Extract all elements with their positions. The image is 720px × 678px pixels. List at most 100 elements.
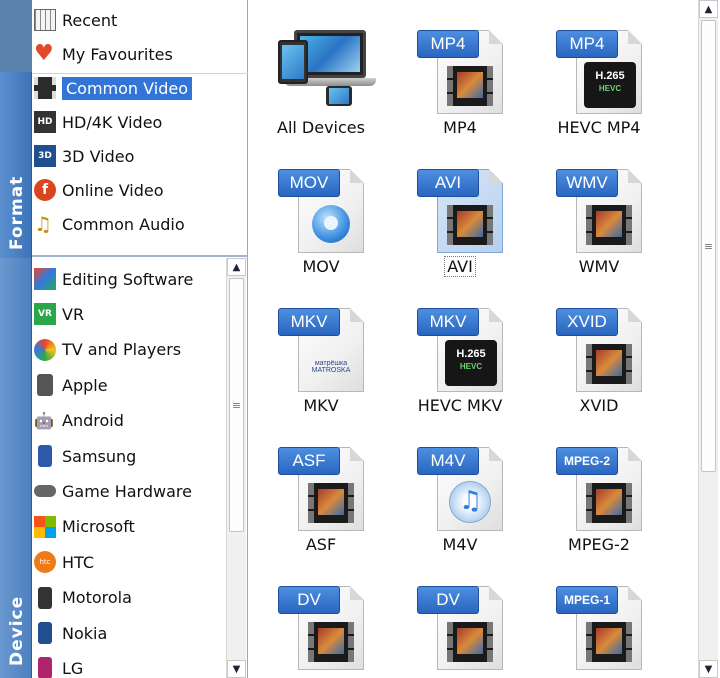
itunes-icon [449, 481, 491, 523]
category-label: Microsoft [62, 517, 135, 537]
format-caption: HEVC MP4 [534, 118, 664, 137]
category-item-samsung[interactable]: Samsung [34, 441, 136, 471]
category-item-tv-and-players[interactable]: TV and Players [34, 335, 181, 365]
category-label: Android [62, 411, 124, 431]
format-label: HEVC MKV [417, 396, 503, 415]
film-strip-icon [447, 66, 493, 106]
format-caption: WMV [534, 257, 664, 276]
format-grid-scrollbar[interactable]: ▲ ≡ ▼ [698, 0, 718, 678]
format-label: M4V [442, 535, 478, 554]
format-label: All Devices [277, 118, 365, 137]
3d-icon: 3D [34, 145, 56, 167]
tab-device-label: Device [7, 595, 27, 666]
format-badge: MKV [278, 308, 340, 336]
format-label: MPEG-2 [568, 535, 630, 554]
category-label: Motorola [62, 588, 132, 608]
category-item-common-audio[interactable]: ♫ Common Audio [34, 209, 185, 239]
format-tile-dv[interactable]: DV [256, 562, 386, 678]
format-label: HEVC MP4 [557, 118, 641, 137]
format-badge: ASF [278, 447, 340, 475]
category-item-online-video[interactable]: f Online Video [34, 175, 164, 205]
category-label: TV and Players [62, 340, 182, 360]
format-tile-all-devices[interactable]: All Devices [256, 6, 386, 137]
format-tile-mpeg-1[interactable]: MPEG-1 [534, 562, 664, 678]
category-item-editing-software[interactable]: Editing Software [34, 264, 193, 294]
film-strip-icon [586, 344, 632, 384]
hevc-sub-text: HEVC [459, 362, 483, 371]
calendar-grid-icon [34, 9, 56, 31]
format-caption: XVID [534, 396, 664, 415]
category-item-my-favourites[interactable]: ♥ My Favourites [34, 39, 173, 69]
scroll-down-arrow-icon[interactable]: ▼ [227, 660, 246, 678]
nokia-phone-icon [38, 622, 52, 644]
format-tile-asf[interactable]: ASF ASF [256, 423, 386, 554]
format-tile-mp4[interactable]: MP4 MP4 [395, 6, 525, 137]
scroll-up-arrow-icon[interactable]: ▲ [227, 258, 246, 276]
film-strip-icon [586, 622, 632, 662]
film-strip-icon [447, 205, 493, 245]
gamepad-icon [34, 485, 56, 498]
category-item-game-hardware[interactable]: Game Hardware [34, 476, 192, 506]
category-item-android[interactable]: 🤖 Android [34, 406, 124, 436]
category-label: 3D Video [62, 146, 135, 166]
format-badge: MPEG-1 [556, 586, 618, 614]
category-item-hd-4k-video[interactable]: HD HD/4K Video [34, 107, 162, 137]
category-item-recent[interactable]: Recent [34, 5, 117, 35]
online-video-icon: f [34, 179, 56, 201]
vr-icon: VR [34, 303, 56, 326]
htc-icon: htc [34, 551, 56, 574]
format-tile-dv[interactable]: DV [395, 562, 525, 678]
category-label: VR [62, 304, 85, 324]
category-item-common-video[interactable]: Common Video [34, 73, 192, 103]
quicktime-icon [312, 205, 350, 243]
category-label: Game Hardware [62, 481, 192, 501]
format-tile-hevc-mp4[interactable]: H.265 HEVC MP4 HEVC MP4 [534, 6, 664, 137]
scroll-thumb[interactable]: ≡ [229, 278, 244, 532]
format-tile-mkv[interactable]: матрёшка MATROSKA MKV MKV [256, 284, 386, 415]
hevc-main-text: H.265 [456, 348, 486, 360]
format-badge: MPEG-2 [556, 447, 618, 475]
format-label: MOV [302, 257, 340, 276]
editing-software-icon [34, 268, 56, 290]
category-item-apple[interactable]: Apple [34, 370, 108, 400]
format-tile-wmv[interactable]: WMV WMV [534, 145, 664, 276]
music-note-icon: ♫ [34, 212, 52, 236]
category-panel: Recent ♥ My Favourites Common Video HD HD/4K … [32, 0, 248, 678]
category-label: Samsung [62, 446, 137, 466]
format-caption: MPEG-2 [534, 535, 664, 554]
hevc-main-text: H.265 [595, 70, 625, 82]
category-item-htc[interactable]: htc HTC [34, 547, 94, 577]
device-list-scrollbar[interactable]: ▲ ≡ ▼ [226, 258, 246, 678]
scroll-down-arrow-icon[interactable]: ▼ [699, 660, 718, 678]
category-item-vr[interactable]: VR VR [34, 299, 84, 329]
format-label: AVI [444, 256, 476, 277]
format-tile-mov[interactable]: MOV MOV [256, 145, 386, 276]
samsung-phone-icon [38, 445, 52, 467]
heart-icon: ♥ [34, 41, 54, 66]
tab-device[interactable]: Device [0, 258, 32, 678]
format-badge: DV [278, 586, 340, 614]
format-tile-mpeg-2[interactable]: MPEG-2 MPEG-2 [534, 423, 664, 554]
format-tile-xvid[interactable]: XVID XVID [534, 284, 664, 415]
microsoft-logo-icon [34, 515, 56, 538]
category-item-3d-video[interactable]: 3D 3D Video [34, 141, 134, 171]
scroll-thumb[interactable]: ≡ [701, 20, 716, 472]
tab-format-label: Format [7, 175, 27, 250]
format-tile-m4v[interactable]: M4V M4V [395, 423, 525, 554]
category-item-motorola[interactable]: Motorola [34, 583, 132, 613]
format-tile-avi[interactable]: AVI AVI [395, 145, 525, 277]
film-strip-icon [586, 483, 632, 523]
category-label: HTC [62, 552, 95, 572]
format-badge: MOV [278, 169, 340, 197]
hevc-icon: H.265 HEVC [584, 62, 636, 108]
tv-icon [34, 338, 56, 361]
category-label: Recent [62, 10, 118, 30]
category-item-microsoft[interactable]: Microsoft [34, 512, 135, 542]
format-badge: MP4 [556, 30, 618, 58]
format-tile-hevc-mkv[interactable]: H.265 HEVC MKV HEVC MKV [395, 284, 525, 415]
category-item-lg[interactable]: LG [34, 653, 83, 678]
category-item-nokia[interactable]: Nokia [34, 618, 107, 648]
scroll-up-arrow-icon[interactable]: ▲ [699, 0, 718, 18]
category-label: Nokia [62, 623, 108, 643]
divider [32, 73, 248, 74]
